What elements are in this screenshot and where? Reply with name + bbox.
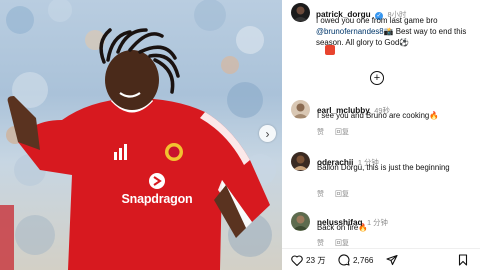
- author-avatar[interactable]: [291, 3, 310, 22]
- save-button[interactable]: [458, 254, 471, 266]
- fire-emoji-icon: 🔥: [429, 111, 439, 120]
- comment-reply-link[interactable]: 回复: [335, 240, 349, 247]
- commenter-avatar[interactable]: [291, 212, 310, 231]
- fire-emoji-icon: 🔥: [358, 223, 368, 232]
- comment-item: oderachii 1 分钟 Ballon Dorgu, this is jus…: [291, 152, 477, 198]
- comment-actions: 赞 回复: [317, 238, 358, 248]
- crowd-background: [0, 0, 276, 270]
- shirt-sponsor-text: Snapdragon: [121, 192, 193, 206]
- like-count: 23 万: [306, 256, 326, 265]
- comment-item: nelusshifaq 1 分钟 Back on fire🔥 赞 回复: [291, 212, 477, 252]
- like-button[interactable]: 23 万: [291, 254, 326, 266]
- comment-like-link[interactable]: 赞: [317, 240, 324, 247]
- comment-icon: [338, 254, 350, 266]
- heart-icon: [291, 254, 303, 266]
- comments-panel: patrick_dorgu ✓ 8小时 I owed you one from …: [282, 0, 480, 270]
- caption-start: I owed you one from last game bro: [316, 16, 438, 25]
- commenter-avatar[interactable]: [291, 100, 310, 119]
- comment-item: earl_mclubby 49秒 I see you and Bruno are…: [291, 100, 477, 140]
- plus-circle-icon[interactable]: +: [370, 71, 384, 85]
- soccer-ball-emoji-icon: ⚽: [399, 38, 410, 47]
- commenter-avatar[interactable]: [291, 152, 310, 171]
- comment-reply-link[interactable]: 回复: [335, 191, 349, 198]
- caption-text: I owed you one from last game bro @bruno…: [316, 15, 476, 48]
- post-media[interactable]: Snapdragon ›: [0, 0, 282, 270]
- flag-emoji-icon: [325, 45, 335, 55]
- comment-reply-link[interactable]: 回复: [335, 129, 349, 136]
- comment-button[interactable]: 2,766: [338, 254, 374, 266]
- comment-like-link[interactable]: 赞: [317, 191, 324, 198]
- comment-count: 2,766: [353, 255, 374, 265]
- camera-emoji-icon: 📸: [383, 27, 394, 36]
- comment-text: I see you and Bruno are cooking🔥: [317, 111, 439, 120]
- caption-mention-link[interactable]: @brunofernandes8: [316, 27, 384, 36]
- chevron-right-icon[interactable]: ›: [259, 125, 276, 142]
- comment-like-link[interactable]: 赞: [317, 129, 324, 136]
- bookmark-icon: [458, 254, 468, 266]
- share-icon: [386, 254, 398, 266]
- comment-text: Back on fire🔥: [317, 223, 368, 232]
- post-action-bar: 23 万 2,766: [282, 248, 480, 270]
- comment-text: Ballon Dorgu, this is just the beginning: [317, 163, 450, 172]
- share-button[interactable]: [386, 254, 401, 266]
- comment-actions: 赞 回复: [317, 189, 358, 199]
- comment-actions: 赞 回复: [317, 127, 358, 137]
